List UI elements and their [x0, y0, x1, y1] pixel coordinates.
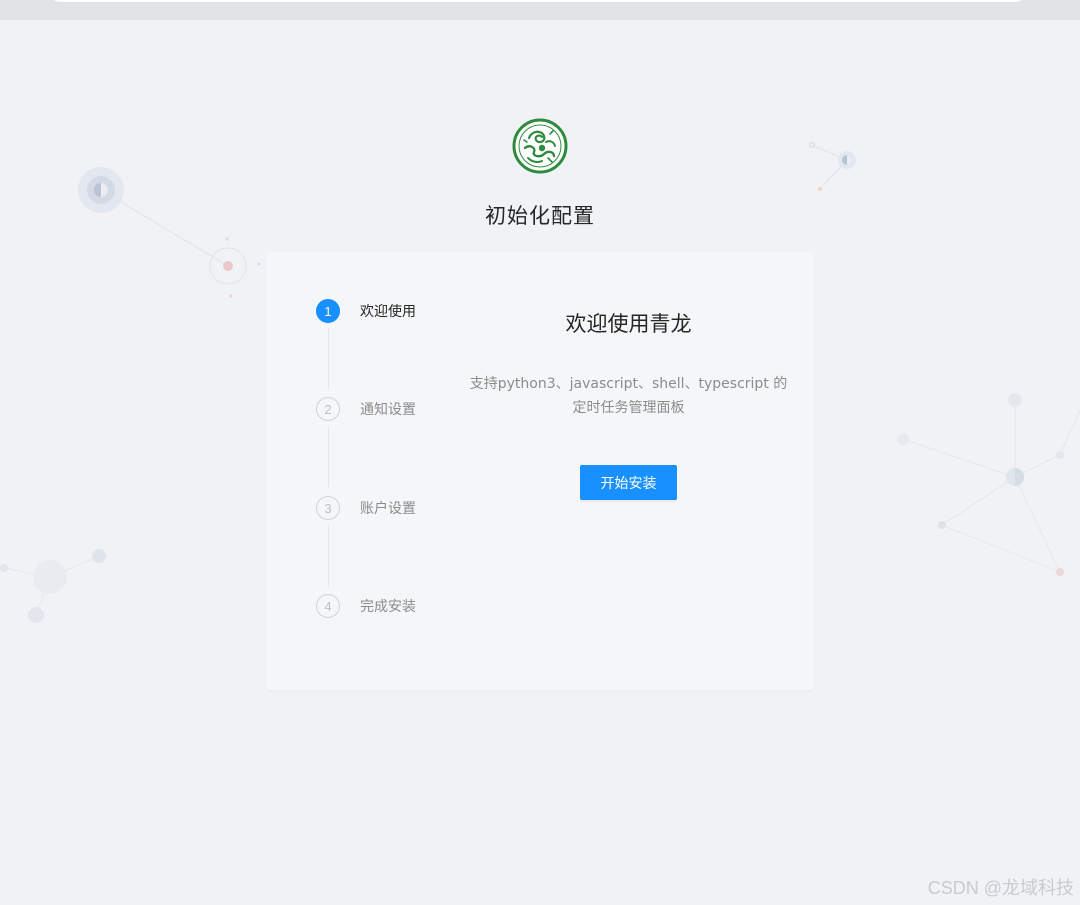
start-install-button[interactable]: 开始安装	[580, 465, 677, 500]
qinglong-logo-icon	[512, 118, 568, 174]
description-line: 支持python3、javascript、shell、typescript 的	[469, 376, 788, 392]
step-account-settings[interactable]: 3 账户设置	[316, 494, 416, 522]
watermark: CSDN @龙域科技	[927, 878, 1074, 898]
step-connector	[328, 427, 329, 487]
step-finish-install[interactable]: 4 完成安装	[316, 592, 416, 620]
step-label: 欢迎使用	[360, 304, 416, 320]
step-number-badge: 1	[316, 299, 340, 323]
step-notification-settings[interactable]: 2 通知设置	[316, 395, 416, 423]
step-connector	[328, 525, 329, 587]
step-connector	[328, 328, 329, 388]
welcome-heading: 欢迎使用青龙	[565, 312, 692, 336]
step-label: 通知设置	[360, 402, 416, 418]
description-line: 定时任务管理面板	[572, 400, 685, 416]
step-number-badge: 3	[316, 496, 340, 520]
step-number-badge: 4	[316, 594, 340, 618]
welcome-description: 支持python3、javascript、shell、typescript 的 …	[461, 372, 796, 420]
step-welcome[interactable]: 1 欢迎使用	[316, 297, 416, 325]
step-label: 账户设置	[360, 501, 416, 517]
setup-card: 1 欢迎使用 2 通知设置 3 账户设置 4 完成安装 欢迎使用青龙 支持pyt…	[266, 252, 814, 690]
page-title: 初始化配置	[485, 204, 595, 228]
step-number-badge: 2	[316, 397, 340, 421]
step-label: 完成安装	[360, 599, 416, 615]
